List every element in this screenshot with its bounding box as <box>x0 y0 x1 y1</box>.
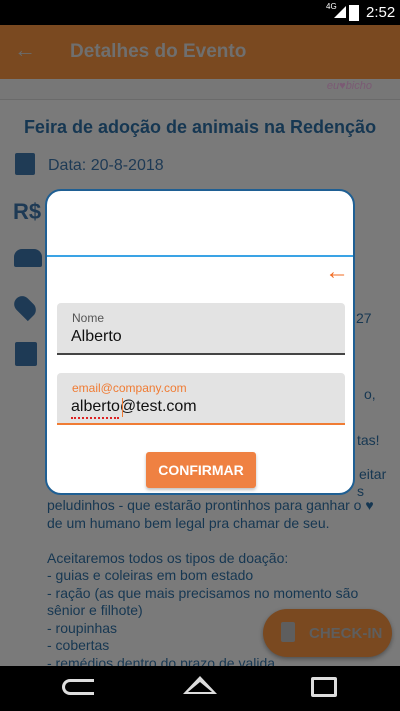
email-input[interactable] <box>71 395 333 419</box>
location-pin-icon <box>10 292 40 322</box>
description-icon <box>15 342 37 366</box>
side-text: 27 <box>356 310 372 326</box>
side-text: eitar <box>359 466 387 482</box>
calendar-icon <box>15 153 35 175</box>
text-cursor <box>122 398 123 417</box>
home-nav-icon-inner <box>188 682 212 692</box>
arrow-left-icon[interactable]: ← <box>14 37 36 63</box>
dialog-divider <box>47 255 353 257</box>
event-date: Data: 20-8-2018 <box>48 157 164 174</box>
app-bar: ← Detalhes do Evento <box>0 25 400 79</box>
checkin-icon <box>281 622 295 642</box>
email-field[interactable]: email@company.com <box>57 373 345 425</box>
people-icon <box>14 249 42 267</box>
navigation-bar <box>0 666 400 711</box>
battery-icon <box>349 5 359 21</box>
arrow-left-icon[interactable]: ← <box>325 259 349 285</box>
event-title: Feira de adoção de animais na Redenção <box>23 117 377 137</box>
checkin-label: CHECK-IN <box>309 625 383 642</box>
page-title: Detalhes do Evento <box>70 41 247 62</box>
back-nav-icon[interactable] <box>62 679 94 695</box>
event-banner: eu♥bicho <box>0 79 400 100</box>
banner-logo: eu♥bicho <box>326 80 372 92</box>
checkin-dialog: ← Nome email@company.com CONFIRMAR <box>45 189 355 495</box>
status-bar: 4G 2:52 <box>0 0 400 25</box>
email-field-placeholder: email@company.com <box>72 381 187 395</box>
checkin-button[interactable]: CHECK-IN <box>263 609 392 657</box>
name-input[interactable] <box>71 325 333 349</box>
name-field[interactable]: Nome <box>57 303 345 355</box>
recents-nav-icon[interactable] <box>311 677 337 697</box>
name-field-label: Nome <box>72 311 105 325</box>
signal-icon <box>334 6 346 18</box>
side-text: tas! <box>357 432 380 448</box>
spellcheck-underline <box>71 417 119 419</box>
side-text: o, <box>364 386 376 402</box>
confirm-button[interactable]: CONFIRMAR <box>146 452 256 488</box>
price-icon: R$ <box>13 199 42 224</box>
clock: 2:52 <box>366 4 396 21</box>
dialog-header <box>47 191 353 257</box>
